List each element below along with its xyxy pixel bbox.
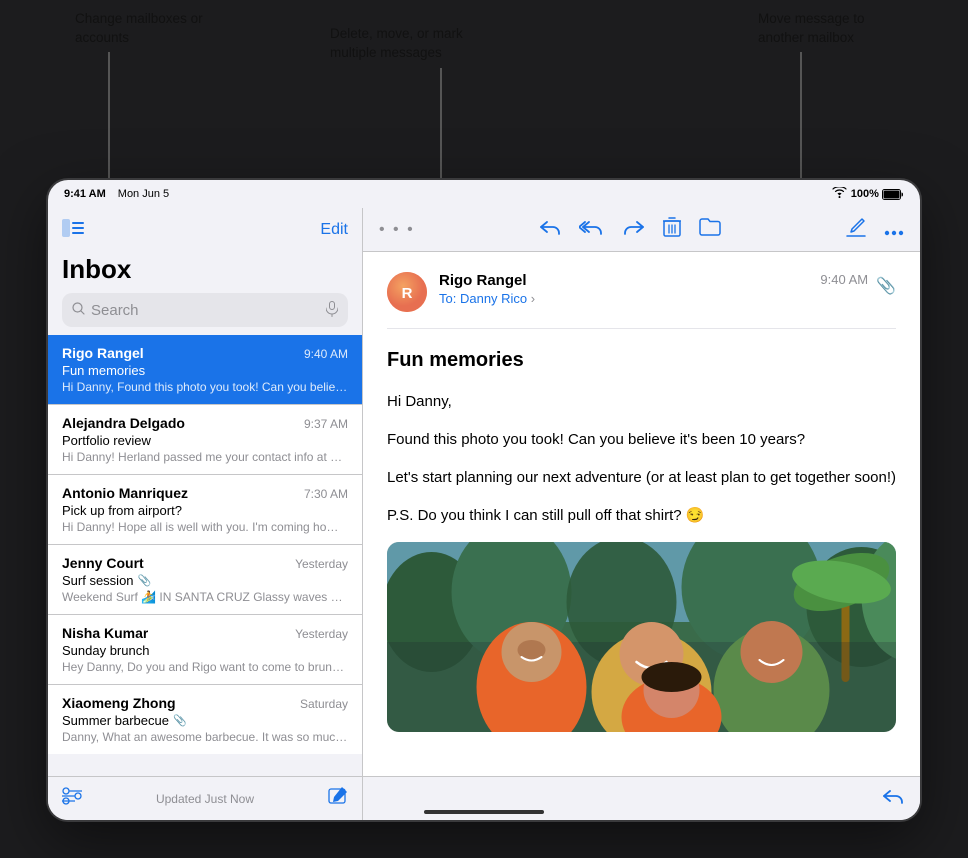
filter-icon[interactable] [62,787,82,810]
compose-icon[interactable] [328,786,348,811]
message-to: To: Danny Rico › [439,291,808,306]
inbox-toolbar: Edit [48,208,362,252]
body-line-1: Hi Danny, [387,390,896,414]
toolbar-dots: • • • [379,221,415,239]
email-preview: Danny, What an awesome barbecue. It was … [62,730,348,744]
email-item-rigo[interactable]: Rigo Rangel 9:40 AM Fun memories Hi Dann… [48,335,362,405]
status-time: 9:41 AM [64,188,106,200]
message-content: R Rigo Rangel To: Danny Rico › 9:40 AM [363,252,920,776]
email-sender: Alejandra Delgado [62,415,185,431]
email-photo [387,542,896,732]
attachment-icon: 📎 [173,714,187,727]
email-preview: Weekend Surf 🏄 IN SANTA CRUZ Glassy wave… [62,590,348,604]
compose-message-icon[interactable] [846,217,866,242]
ipad-frame: 9:41 AM Mon Jun 5 100% [48,180,920,820]
body-line-2: Found this photo you took! Can you belie… [387,428,896,452]
attachment-icon: 📎 [138,574,152,587]
email-time: 7:30 AM [304,487,348,501]
email-subject: Summer barbecue 📎 [62,713,348,728]
message-meta: Rigo Rangel To: Danny Rico › [439,272,808,306]
message-header: R Rigo Rangel To: Danny Rico › 9:40 AM [387,272,896,329]
avatar: R [387,272,427,312]
message-meta-right: 9:40 AM 📎 [820,272,896,296]
folder-icon[interactable] [699,218,721,241]
email-subject: Fun memories [62,363,348,378]
battery-icon: 100% [851,188,904,200]
email-time: Yesterday [295,627,348,641]
status-date: Mon Jun 5 [118,188,169,200]
email-preview: Hi Danny! Hope all is well with you. I'm… [62,520,348,534]
email-subject: Sunday brunch [62,643,348,658]
inbox-bottom-bar: Updated Just Now [48,776,362,820]
email-sender: Jenny Court [62,555,144,571]
reply-all-icon[interactable] [579,218,605,241]
more-options-icon[interactable] [884,221,904,239]
message-time: 9:40 AM [820,272,868,287]
microphone-icon[interactable] [326,301,338,320]
email-sender: Nisha Kumar [62,625,148,641]
annotation-move: Move message toanother mailbox [758,10,865,48]
message-subject: Fun memories [387,349,896,372]
email-time: Saturday [300,697,348,711]
email-item-nisha[interactable]: Nisha Kumar Yesterday Sunday brunch Hey … [48,615,362,685]
main-content: Edit Inbox Search [48,208,920,820]
email-subject: Surf session 📎 [62,573,348,588]
toolbar-actions [539,217,721,242]
email-sender: Rigo Rangel [62,345,144,361]
email-subject: Portfolio review [62,433,348,448]
status-bar-right: 100% [832,187,904,201]
trash-icon[interactable] [663,217,681,242]
message-from: Rigo Rangel [439,272,808,289]
email-item-antonio[interactable]: Antonio Manriquez 7:30 AM Pick up from a… [48,475,362,545]
annotation-line-2 [440,68,442,191]
forward-icon[interactable] [623,218,645,241]
status-bar: 9:41 AM Mon Jun 5 100% [48,180,920,208]
inbox-title: Inbox [48,252,362,293]
email-preview: Hi Danny, Found this photo you took! Can… [62,380,348,394]
email-list: Rigo Rangel 9:40 AM Fun memories Hi Dann… [48,335,362,776]
annotation-line-1 [108,52,110,190]
reply-bottom-icon[interactable] [882,787,904,810]
body-line-3: Let's start planning our next adventure … [387,466,896,490]
email-time: 9:40 AM [304,347,348,361]
email-time: 9:37 AM [304,417,348,431]
email-sender: Antonio Manriquez [62,485,188,501]
email-sender: Xiaomeng Zhong [62,695,176,711]
message-body: Hi Danny, Found this photo you took! Can… [387,390,896,528]
search-icon [72,302,85,318]
edit-button[interactable]: Edit [320,221,348,239]
reply-icon[interactable] [539,218,561,241]
email-time: Yesterday [295,557,348,571]
annotation-mailboxes: Change mailboxes oraccounts [75,10,203,48]
search-bar[interactable]: Search [62,293,348,327]
annotation-line-3 [800,52,802,190]
wifi-icon [832,187,847,201]
update-status: Updated Just Now [156,792,254,806]
annotation-multiple: Delete, move, or markmultiple messages [330,25,463,63]
sidebar-toggle-icon[interactable] [62,219,84,242]
inbox-panel: Edit Inbox Search [48,208,363,820]
svg-text:R: R [402,285,413,302]
home-indicator [424,810,544,814]
email-preview: Hey Danny, Do you and Rigo want to come … [62,660,348,674]
search-placeholder: Search [91,302,320,319]
email-item-xiaomeng[interactable]: Xiaomeng Zhong Saturday Summer barbecue … [48,685,362,754]
email-preview: Hi Danny! Herland passed me your contact… [62,450,348,464]
email-subject: Pick up from airport? [62,503,348,518]
message-toolbar: • • • [363,208,920,252]
attachment-clip-icon: 📎 [876,276,896,296]
message-panel: • • • [363,208,920,820]
body-line-4: P.S. Do you think I can still pull off t… [387,504,896,528]
email-item-jenny[interactable]: Jenny Court Yesterday Surf session 📎 Wee… [48,545,362,615]
email-item-alejandra[interactable]: Alejandra Delgado 9:37 AM Portfolio revi… [48,405,362,475]
toolbar-right [846,217,904,242]
